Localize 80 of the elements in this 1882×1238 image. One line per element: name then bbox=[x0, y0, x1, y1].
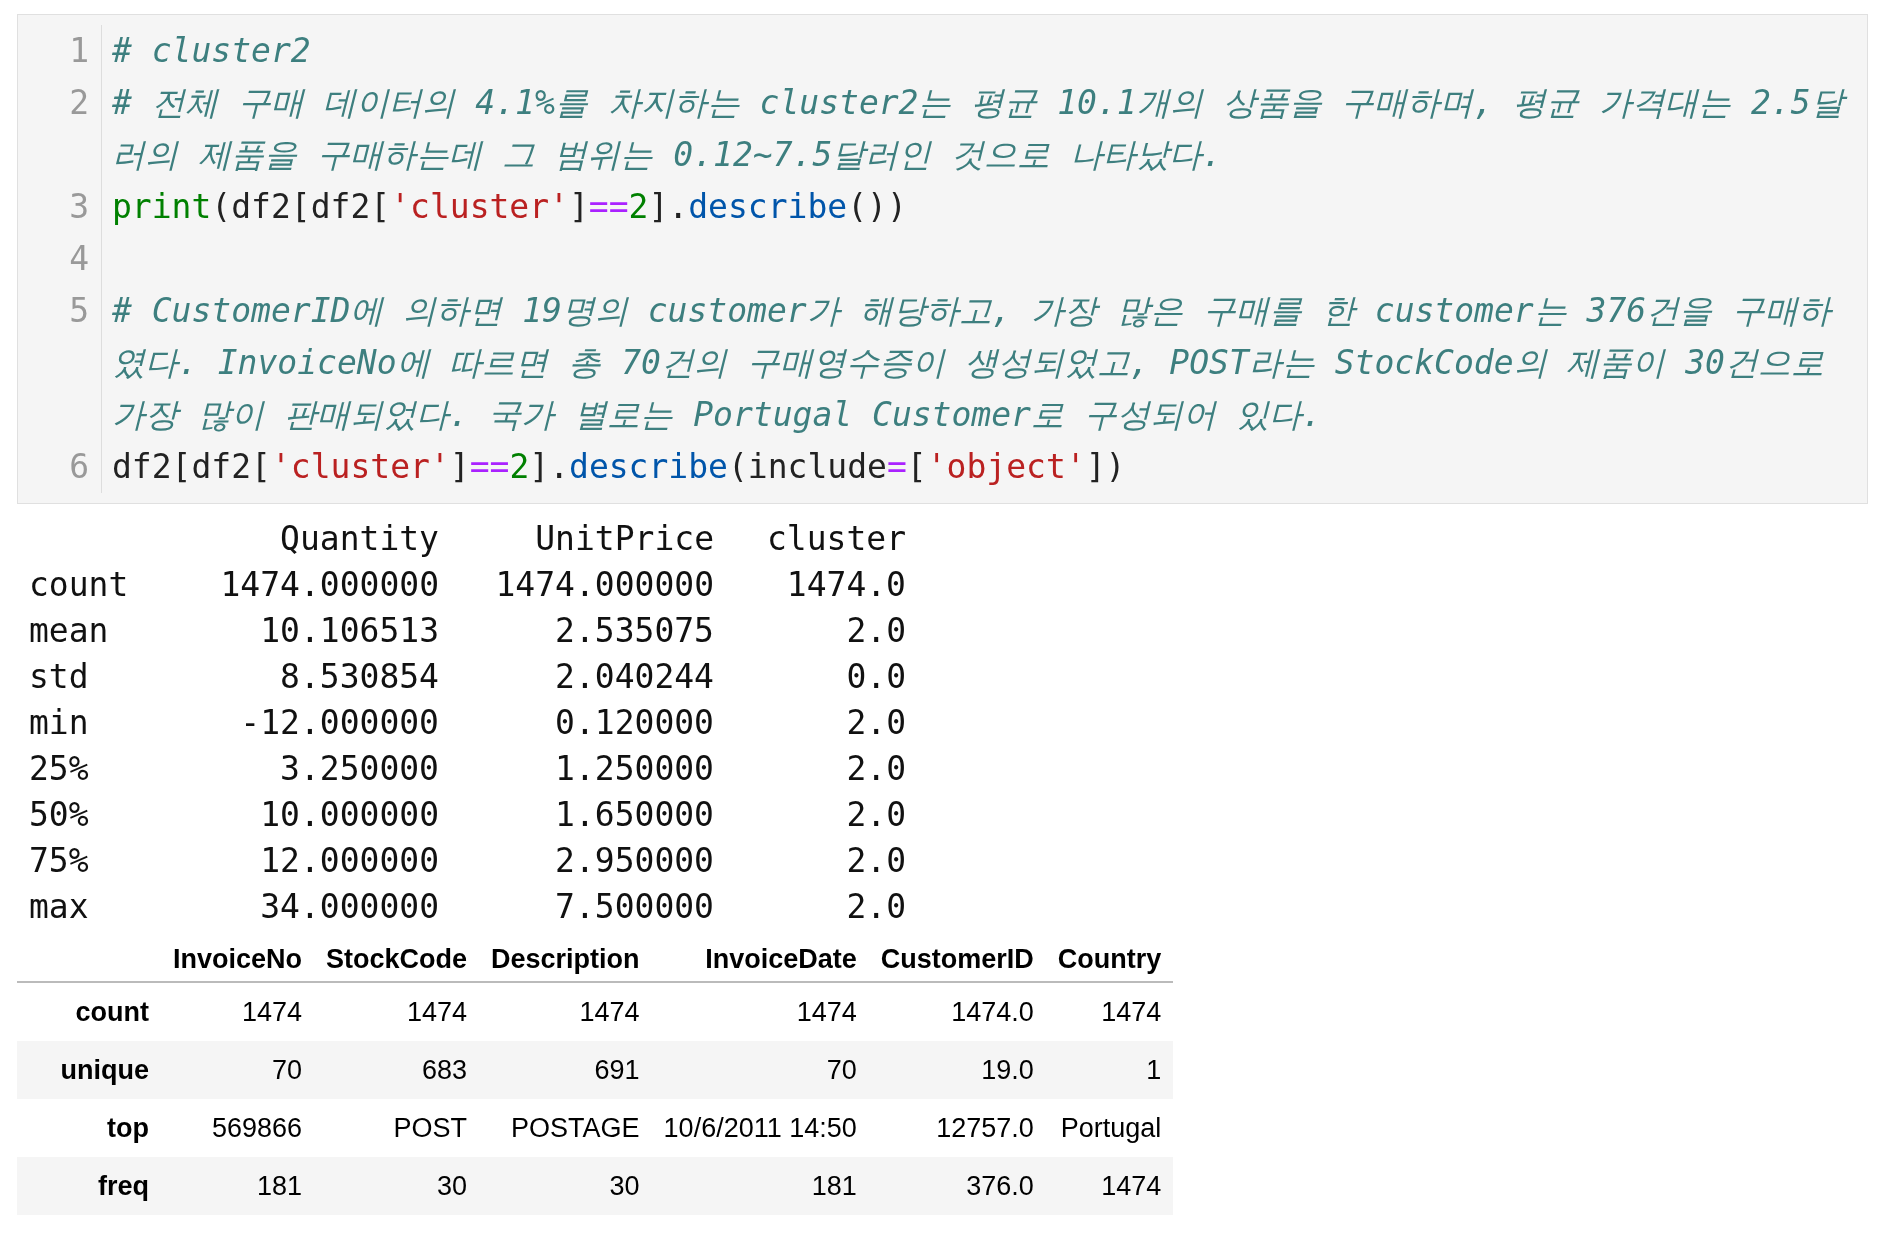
output-value: 12.000000 bbox=[259, 840, 439, 882]
code-line: # cluster2 bbox=[112, 31, 311, 70]
line-number: 3 bbox=[18, 181, 102, 233]
column-header: InvoiceDate bbox=[651, 938, 869, 982]
table-cell: 70 bbox=[161, 1041, 315, 1099]
output-value: 2.0 bbox=[845, 748, 906, 790]
output-value: 2.0 bbox=[845, 840, 906, 882]
table-cell: 1 bbox=[1045, 1041, 1174, 1099]
code-line: # CustomerID에 의하면 19명의 customer가 해당하고, 가장 많은 구매를 한 customer는 376건을 구매하였다. InvoiceNo에 따르면 총 70건의 구매영수증이 생성되었고, POST라는 StockCode의 제품이 30건으로 가장 많이 판매되었다. 국가 별로는 Portugal Customer로 구성되어 있다. bbox=[112, 291, 1834, 434]
row-header: count bbox=[17, 982, 161, 1041]
column-header: InvoiceNo bbox=[161, 938, 315, 982]
code-cell[interactable] bbox=[17, 14, 1868, 504]
table-cell: 1474 bbox=[314, 982, 480, 1041]
column-header: CustomerID bbox=[868, 938, 1046, 982]
table-cell: 181 bbox=[161, 1157, 315, 1215]
output-value: 2.0 bbox=[845, 794, 906, 836]
row-label: 25% bbox=[29, 748, 90, 790]
line-number: 1 bbox=[18, 25, 102, 77]
table-cell: 1474 bbox=[1045, 982, 1174, 1041]
line-number: 4 bbox=[18, 233, 102, 285]
row-header: unique bbox=[17, 1041, 161, 1099]
line-number: 5 bbox=[18, 285, 102, 441]
table-cell: 691 bbox=[479, 1041, 652, 1099]
code-line: print(df2[df2['cluster']==2].describe()) bbox=[112, 187, 907, 226]
output-value: 1474.000000 bbox=[494, 564, 714, 606]
table-cell: POST bbox=[314, 1099, 480, 1157]
row-label: 50% bbox=[29, 794, 90, 836]
row-header: top bbox=[17, 1099, 161, 1157]
column-header: UnitPrice bbox=[534, 518, 714, 560]
table-cell: POSTAGE bbox=[479, 1099, 652, 1157]
output-value: 1.250000 bbox=[554, 748, 714, 790]
row-label: std bbox=[29, 656, 90, 698]
output-value: 1474.0 bbox=[785, 564, 906, 606]
table-cell: 19.0 bbox=[868, 1041, 1046, 1099]
output-value: 0.120000 bbox=[554, 702, 714, 744]
output-value: 2.535075 bbox=[554, 610, 714, 652]
output-value: 0.0 bbox=[845, 656, 906, 698]
output-value: 2.0 bbox=[845, 610, 906, 652]
output-value: -12.000000 bbox=[239, 702, 439, 744]
output-value: 8.530854 bbox=[279, 656, 439, 698]
output-value: 2.950000 bbox=[554, 840, 714, 882]
table-cell: 376.0 bbox=[868, 1157, 1046, 1215]
table-cell: 30 bbox=[314, 1157, 480, 1215]
row-label: mean bbox=[29, 610, 110, 652]
line-number: 2 bbox=[18, 77, 102, 181]
row-label: max bbox=[29, 886, 90, 928]
column-header: Country bbox=[1045, 938, 1174, 982]
output-value: 2.0 bbox=[845, 886, 906, 928]
table-cell: 181 bbox=[651, 1157, 869, 1215]
table-cell: 30 bbox=[479, 1157, 652, 1215]
table-cell: 683 bbox=[314, 1041, 480, 1099]
code-line: df2[df2['cluster']==2].describe(include=['object']) bbox=[112, 447, 1126, 486]
output-value: 34.000000 bbox=[259, 886, 439, 928]
output-value: 2.0 bbox=[845, 702, 906, 744]
table-cell: 1474 bbox=[161, 982, 315, 1041]
line-number: 6 bbox=[18, 441, 102, 493]
table-cell: 10/6/2011 14:50 bbox=[651, 1099, 869, 1157]
column-header: Description bbox=[479, 938, 652, 982]
table-cell: Portugal bbox=[1045, 1099, 1174, 1157]
table-cell: 1474 bbox=[479, 982, 652, 1041]
row-label: min bbox=[29, 702, 90, 744]
row-label: count bbox=[29, 564, 130, 606]
table-cell: 1474 bbox=[651, 982, 869, 1041]
table-cell: 1474 bbox=[1045, 1157, 1174, 1215]
column-header: Quantity bbox=[279, 518, 439, 560]
output-value: 10.000000 bbox=[259, 794, 439, 836]
table-cell: 1474.0 bbox=[868, 982, 1046, 1041]
row-label: 75% bbox=[29, 840, 90, 882]
output-value: 1.650000 bbox=[554, 794, 714, 836]
table-cell: 12757.0 bbox=[868, 1099, 1046, 1157]
table-cell: 70 bbox=[651, 1041, 869, 1099]
output-value: 3.250000 bbox=[279, 748, 439, 790]
table-cell: 569866 bbox=[161, 1099, 315, 1157]
row-header: freq bbox=[17, 1157, 161, 1215]
output-value: 10.106513 bbox=[259, 610, 439, 652]
output-value: 7.500000 bbox=[554, 886, 714, 928]
column-header: StockCode bbox=[314, 938, 480, 982]
output-value: 2.040244 bbox=[554, 656, 714, 698]
column-header: cluster bbox=[765, 518, 906, 560]
output-value: 1474.000000 bbox=[219, 564, 439, 606]
